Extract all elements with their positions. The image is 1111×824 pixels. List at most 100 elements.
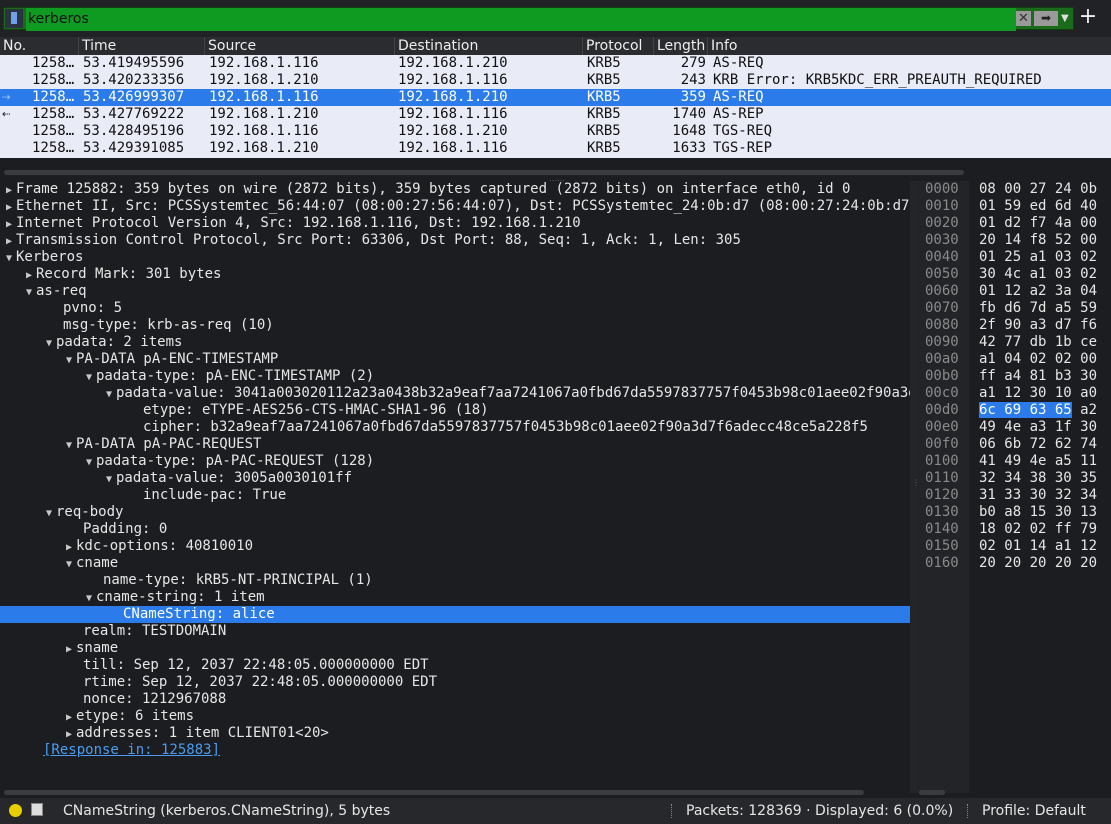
column-header-no[interactable]: No.	[0, 37, 79, 55]
bytes-row[interactable]: 0080 2f 90 a3 d7 f6	[917, 317, 1111, 334]
tree-item-realm[interactable]: realm: TESTDOMAIN	[0, 623, 910, 640]
packet-row[interactable]: 1258… 53.420233356 192.168.1.210 192.168…	[0, 72, 1111, 89]
tree-item-pvno[interactable]: pvno: 5	[0, 300, 910, 317]
tree-item-padata-value[interactable]: ▼ padata-value: 3041a003020112a23a0438b32…	[0, 385, 910, 402]
bytes-horizontal-scrollbar[interactable]	[919, 790, 945, 795]
tree-item-pa-pac-request[interactable]: ▼ PA-DATA pA-PAC-REQUEST	[0, 436, 910, 453]
filter-history-dropdown[interactable]: ▼	[1061, 10, 1073, 27]
expand-arrow-icon: ▶	[6, 219, 13, 230]
bytes-row[interactable]: 00f0 06 6b 72 62 74	[917, 436, 1111, 453]
packet-destination: 192.168.1.116	[398, 106, 508, 122]
tree-item-padata[interactable]: ▼ padata: 2 items	[0, 334, 910, 351]
expert-info-icon[interactable]	[9, 804, 22, 817]
column-header-source[interactable]: Source	[205, 37, 395, 55]
tree-item-label: CNameString: alice	[123, 606, 275, 622]
tree-item-addresses[interactable]: ▶ addresses: 1 item CLIENT01<20>	[0, 725, 910, 742]
tree-item-etype-list[interactable]: ▶ etype: 6 items	[0, 708, 910, 725]
column-header-info[interactable]: Info	[708, 37, 1111, 55]
byte-offset: 0110	[925, 470, 959, 486]
tree-item-sname[interactable]: ▶ sname	[0, 640, 910, 657]
tree-item-cnamestring-selected[interactable]: CNameString: alice	[0, 606, 910, 623]
bytes-row[interactable]: 0030 20 14 f8 52 00	[917, 232, 1111, 249]
bytes-row[interactable]: 0000 08 00 27 24 0b	[917, 181, 1111, 198]
details-horizontal-scrollbar[interactable]	[4, 790, 864, 795]
bytes-row[interactable]: 00e0 49 4e a3 1f 30	[917, 419, 1111, 436]
tree-item-rtime[interactable]: rtime: Sep 12, 2037 22:48:05.000000000 E…	[0, 674, 910, 691]
tree-item-frame[interactable]: ▶ Frame 125882: 359 bytes on wire (2872 b…	[0, 181, 910, 198]
response-in-link[interactable]: [Response in: 125883]	[43, 742, 220, 758]
tree-item-cname-string[interactable]: ▼ cname-string: 1 item	[0, 589, 910, 606]
packet-protocol: KRB5	[587, 123, 621, 139]
clear-filter-icon[interactable]: ✕	[1016, 11, 1031, 26]
tree-item-kdc-options[interactable]: ▶ kdc-options: 40810010	[0, 538, 910, 555]
tree-item-etype[interactable]: etype: eTYPE-AES256-CTS-HMAC-SHA1-96 (18…	[0, 402, 910, 419]
packet-row[interactable]: 1258… 53.419495596 192.168.1.116 192.168…	[0, 55, 1111, 72]
packet-time: 53.428495196	[83, 123, 185, 139]
bytes-row[interactable]: 0070 fb d6 7d a5 59	[917, 300, 1111, 317]
tree-item-padata-value[interactable]: ▼ padata-value: 3005a0030101ff	[0, 470, 910, 487]
tree-item-till[interactable]: till: Sep 12, 2037 22:48:05.000000000 ED…	[0, 657, 910, 674]
tree-item-ethernet[interactable]: ▶ Ethernet II, Src: PCSSystemtec_56:44:07…	[0, 198, 910, 215]
bytes-row[interactable]: 0150 02 01 14 a1 12	[917, 538, 1111, 555]
display-filter-input[interactable]	[26, 8, 1016, 31]
packet-row[interactable]: 1258… 53.428495196 192.168.1.116 192.168…	[0, 123, 1111, 140]
bytes-row[interactable]: 0010 01 59 ed 6d 40	[917, 198, 1111, 215]
tree-item-response-in[interactable]: [Response in: 125883]	[0, 742, 910, 759]
byte-hex: ff a4 81 b3 30	[979, 368, 1098, 384]
tree-item-nonce[interactable]: nonce: 1212967088	[0, 691, 910, 708]
packet-length: 1633	[672, 140, 706, 156]
bytes-row[interactable]: 00c0 a1 12 30 10 a0	[917, 385, 1111, 402]
details-bytes-splitter[interactable]: ⋮	[910, 181, 920, 793]
tree-item-label: padata-type: pA-PAC-REQUEST (128)	[96, 453, 375, 469]
bytes-row[interactable]: 00a0 a1 04 02 02 00	[917, 351, 1111, 368]
tree-item-cipher[interactable]: cipher: b32a9eaf7aa7241067a0fbd67da55978…	[0, 419, 910, 436]
column-header-length[interactable]: Length	[654, 37, 708, 55]
bytes-row[interactable]: 00b0 ff a4 81 b3 30	[917, 368, 1111, 385]
status-separator	[967, 804, 969, 818]
tree-item-padata-type[interactable]: ▼ padata-type: pA-ENC-TIMESTAMP (2)	[0, 368, 910, 385]
filter-bookmark-button[interactable]	[5, 9, 23, 28]
tree-item-label: Frame 125882: 359 bytes on wire (2872 bi…	[16, 181, 851, 197]
bytes-row[interactable]: 0050 30 4c a1 03 02	[917, 266, 1111, 283]
tree-item-record-mark[interactable]: ▶ Record Mark: 301 bytes	[0, 266, 910, 283]
tree-item-kerberos[interactable]: ▼ Kerberos	[0, 249, 910, 266]
add-filter-button[interactable]: +	[1078, 5, 1098, 29]
packet-protocol: KRB5	[587, 140, 621, 156]
packet-row-selected[interactable]: ⇢ 1258… 53.426999307 192.168.1.116 192.1…	[0, 89, 1111, 106]
tree-item-padata-type[interactable]: ▼ padata-type: pA-PAC-REQUEST (128)	[0, 453, 910, 470]
tree-item-cname[interactable]: ▼ cname	[0, 555, 910, 572]
column-header-protocol[interactable]: Protocol	[583, 37, 654, 55]
bytes-row[interactable]: 0040 01 25 a1 03 02	[917, 249, 1111, 266]
tree-item-label: etype: 6 items	[76, 708, 195, 724]
tree-item-pa-enc-timestamp[interactable]: ▼ PA-DATA pA-ENC-TIMESTAMP	[0, 351, 910, 368]
bytes-row[interactable]: 0090 42 77 db 1b ce	[917, 334, 1111, 351]
bytes-row-highlighted[interactable]: 00d0 6c 69 63 65 a2	[917, 402, 1111, 419]
bytes-row[interactable]: 0120 31 33 30 32 34	[917, 487, 1111, 504]
bytes-row[interactable]: 0140 18 02 02 ff 79	[917, 521, 1111, 538]
bytes-row[interactable]: 0060 01 12 a2 3a 04	[917, 283, 1111, 300]
status-profile[interactable]: Profile: Default	[982, 798, 1086, 824]
packet-info: AS-REQ	[713, 89, 764, 105]
capture-comment-icon[interactable]	[31, 803, 43, 816]
bytes-row[interactable]: 0130 b0 a8 15 30 13	[917, 504, 1111, 521]
tree-item-as-req[interactable]: ▼ as-req	[0, 283, 910, 300]
column-header-time[interactable]: Time	[79, 37, 205, 55]
bytes-row[interactable]: 0110 32 34 38 30 35	[917, 470, 1111, 487]
packet-row[interactable]: ⇠ 1258… 53.427769222 192.168.1.210 192.1…	[0, 106, 1111, 123]
tree-item-ipv4[interactable]: ▶ Internet Protocol Version 4, Src: 192.1…	[0, 215, 910, 232]
bytes-row[interactable]: 0160 20 20 20 20 20	[917, 555, 1111, 572]
packet-row[interactable]: 1258… 53.429391085 192.168.1.210 192.168…	[0, 140, 1111, 157]
tree-item-msg-type[interactable]: msg-type: krb-as-req (10)	[0, 317, 910, 334]
tree-item-tcp[interactable]: ▶ Transmission Control Protocol, Src Port…	[0, 232, 910, 249]
packet-time: 53.420233356	[83, 72, 185, 88]
tree-item-req-body[interactable]: ▼ req-body	[0, 504, 910, 521]
tree-item-padding[interactable]: Padding: 0	[0, 521, 910, 538]
packet-list-horizontal-scrollbar[interactable]	[4, 170, 964, 175]
byte-hex-rest: a2	[1071, 402, 1098, 418]
tree-item-include-pac[interactable]: include-pac: True	[0, 487, 910, 504]
tree-item-name-type[interactable]: name-type: kRB5-NT-PRINCIPAL (1)	[0, 572, 910, 589]
apply-filter-icon[interactable]: ➡	[1034, 11, 1058, 26]
column-header-destination[interactable]: Destination	[395, 37, 583, 55]
bytes-row[interactable]: 0100 41 49 4e a5 11	[917, 453, 1111, 470]
bytes-row[interactable]: 0020 01 d2 f7 4a 00	[917, 215, 1111, 232]
